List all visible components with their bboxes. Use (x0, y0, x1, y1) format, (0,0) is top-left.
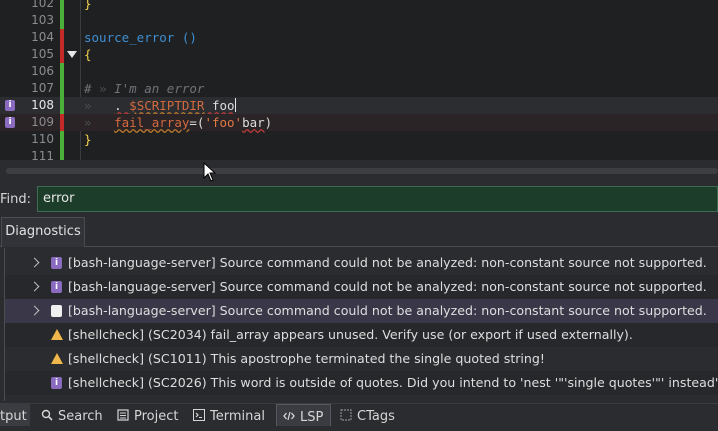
code-line[interactable]: 111 (0, 148, 718, 160)
diagnostics-panel: Diagnostics i [bash-language-server] Sou… (0, 216, 718, 401)
code-text: source_error () (84, 30, 197, 45)
line-number: 108 (31, 98, 54, 112)
modified-marker (60, 63, 64, 80)
tab-terminal[interactable]: Terminal (193, 404, 265, 426)
code-line[interactable]: 103 (0, 12, 718, 29)
modified-marker (60, 80, 64, 97)
tab-search[interactable]: Search (41, 404, 103, 426)
modified-marker (60, 12, 64, 29)
line-number: 105 (31, 47, 54, 61)
code-line[interactable]: 102 } (0, 0, 718, 12)
line-number: 111 (31, 149, 54, 160)
code-line[interactable]: 105 { (0, 46, 718, 63)
tab-lsp[interactable]: LSP (276, 404, 331, 426)
code-editor[interactable]: 102 } 103 104 source_error () 105 { 106 … (0, 0, 718, 160)
tab-diagnostics[interactable]: Diagnostics (1, 217, 85, 247)
find-label: Find: (0, 192, 32, 207)
modified-marker (60, 131, 64, 148)
modified-marker (60, 148, 64, 160)
warning-icon (51, 353, 63, 364)
modified-marker (60, 29, 64, 46)
line-number: 103 (31, 13, 54, 27)
code-line[interactable]: 106 (0, 63, 718, 80)
search-icon (41, 409, 53, 421)
info-icon: i (51, 377, 62, 389)
code-text: { (84, 47, 92, 62)
code-text: } (84, 0, 92, 11)
panel-tabbar: Diagnostics (0, 216, 718, 247)
modified-marker (60, 0, 64, 12)
terminal-icon (193, 409, 205, 421)
project-icon (117, 409, 129, 421)
modified-marker (60, 114, 64, 131)
list-item[interactable]: [shellcheck] (SC2034) fail_array appears… (5, 323, 718, 347)
find-bar: Find: error (0, 184, 718, 216)
tab-ctags[interactable]: CTags (340, 404, 395, 426)
mouse-cursor-icon (203, 162, 217, 182)
line-number: 110 (31, 132, 54, 146)
chevron-right-icon[interactable] (29, 257, 40, 268)
find-input[interactable]: error (37, 186, 718, 212)
line-number: 106 (31, 64, 54, 78)
info-icon: i (51, 281, 62, 293)
modified-marker (60, 97, 64, 114)
warning-icon (51, 329, 63, 340)
code-line[interactable]: 107 # » I'm an error (0, 80, 718, 97)
horizontal-scrollbar[interactable] (0, 160, 718, 182)
list-item[interactable]: i [shellcheck] (SC2026) This word is out… (5, 371, 718, 395)
line-number: 102 (31, 0, 54, 10)
code-text: » fail_array=('foo'bar) (84, 115, 273, 130)
ctags-icon (340, 409, 352, 421)
code-text: # » I'm an error (84, 81, 205, 96)
line-number: 107 (31, 81, 54, 95)
code-text: } (84, 132, 92, 147)
chevron-right-icon[interactable] (29, 305, 40, 316)
code-line[interactable]: i 109 » fail_array=('foo'bar) (0, 114, 718, 131)
square-icon (51, 305, 62, 317)
list-item[interactable]: i [bash-language-server] Source command … (5, 251, 718, 275)
code-icon (283, 410, 295, 422)
code-line-current[interactable]: i 108 » . $SCRIPTDIR foo (0, 97, 718, 114)
line-number: 109 (31, 115, 54, 129)
modified-marker (60, 46, 64, 63)
tool-tabbar: tput Search Project Terminal LSP CTags (0, 403, 718, 426)
line-number: 104 (31, 30, 54, 44)
fold-arrow-icon[interactable] (67, 51, 77, 58)
scrollbar-track[interactable] (6, 168, 718, 174)
code-line[interactable]: 104 source_error () (0, 29, 718, 46)
list-item[interactable]: i [bash-language-server] Source command … (5, 275, 718, 299)
tab-project[interactable]: Project (117, 404, 178, 426)
list-item-selected[interactable]: [bash-language-server] Source command co… (5, 299, 718, 323)
text-caret (234, 98, 236, 112)
diagnostics-list[interactable]: i [bash-language-server] Source command … (4, 248, 718, 401)
chevron-right-icon[interactable] (29, 281, 40, 292)
info-icon: i (51, 257, 62, 269)
code-line[interactable]: 110 } (0, 131, 718, 148)
list-item[interactable]: [shellcheck] (SC1011) This apostrophe te… (5, 347, 718, 371)
tab-output[interactable]: tput (0, 404, 30, 426)
code-text: » . $SCRIPTDIR foo (84, 98, 236, 113)
